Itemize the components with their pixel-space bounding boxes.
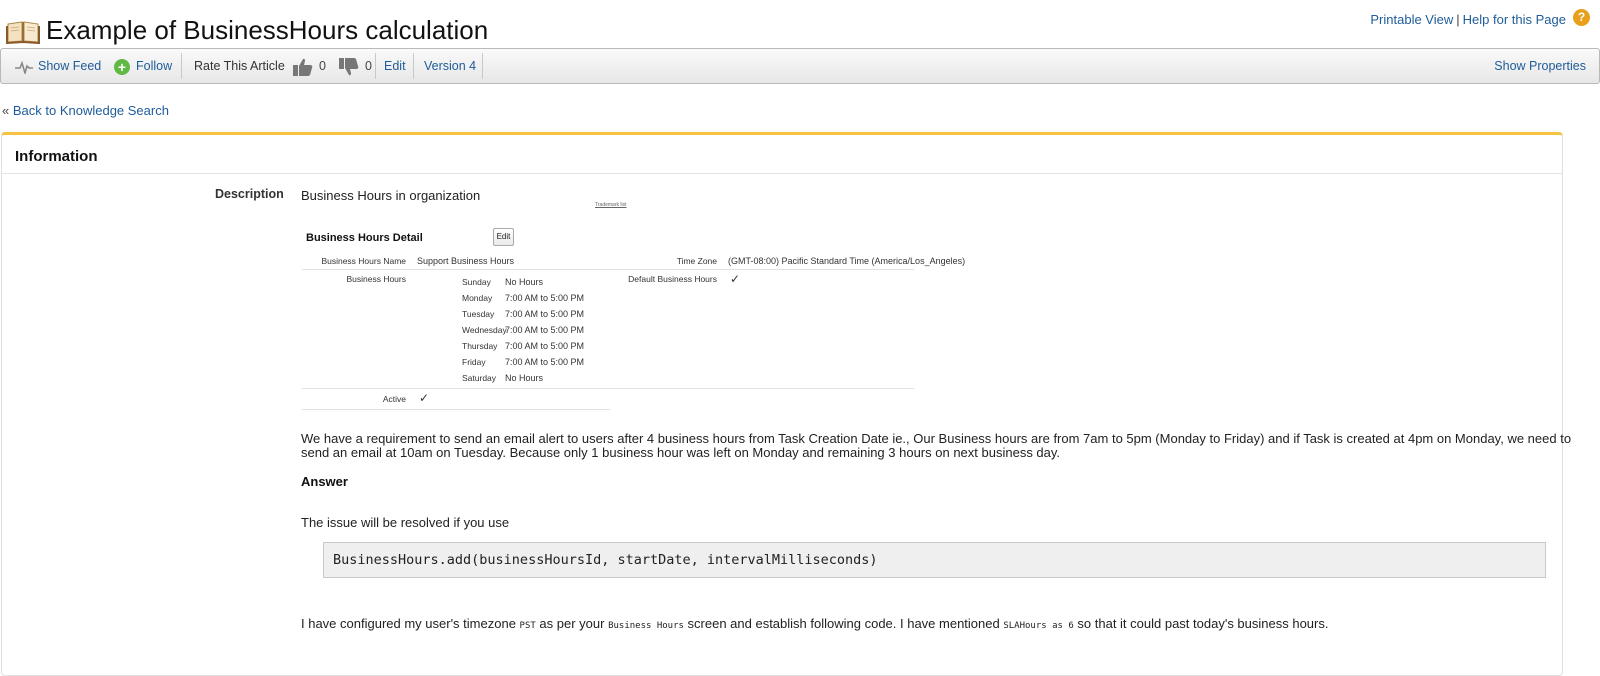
- thumbs-down-icon: [339, 57, 359, 75]
- show-feed-button[interactable]: Show Feed: [15, 49, 101, 83]
- page-header: Example of BusinessHours calculation Pri…: [0, 0, 1600, 48]
- day-hours: No Hours: [505, 277, 544, 287]
- information-title: Information: [15, 148, 98, 165]
- embedded-row-divider: [302, 409, 610, 410]
- embedded-row-divider: [302, 269, 914, 270]
- thumbs-up-count: 0: [319, 59, 326, 73]
- help-icon[interactable]: ?: [1573, 9, 1590, 26]
- day-hours: 7:00 AM to 5:00 PM: [505, 293, 585, 303]
- back-arrow: «: [2, 103, 10, 118]
- day-label: Monday: [462, 293, 493, 303]
- config-paragraph: I have configured my user's timezone PST…: [301, 616, 1328, 631]
- page-title: Example of BusinessHours calculation: [46, 15, 489, 45]
- embedded-timezone-value: (GMT-08:00) Pacific Standard Time (Ameri…: [728, 256, 966, 266]
- follow-label: Follow: [136, 59, 173, 73]
- embedded-active-check: ✓: [419, 391, 430, 405]
- day-hours: 7:00 AM to 5:00 PM: [505, 341, 585, 351]
- rate-article-label: Rate This Article: [194, 59, 285, 73]
- follow-plus-icon: +: [114, 58, 130, 75]
- embedded-active-label: Active: [382, 394, 406, 404]
- embedded-hours-label: Business Hours: [346, 274, 406, 284]
- day-label: Tuesday: [462, 309, 495, 319]
- back-to-knowledge-search-link[interactable]: « Back to Knowledge Search: [2, 103, 169, 118]
- config-text: as per your: [535, 616, 609, 631]
- knowledge-book-icon: [6, 21, 40, 44]
- day-hours: 7:00 AM to 5:00 PM: [505, 325, 585, 335]
- embedded-timezone-label: Time Zone: [676, 256, 717, 266]
- inline-code-business-hours: Business Hours: [608, 621, 684, 631]
- business-hours-detail-image: Trademark list Business Hours Detail Edi…: [300, 200, 965, 412]
- top-links: Printable View | Help for this Page: [1370, 12, 1566, 27]
- inline-code-pst: PST: [519, 621, 536, 631]
- thumbs-down-button[interactable]: 0: [339, 49, 372, 83]
- embedded-edit-button: Edit: [493, 228, 514, 246]
- thumbs-up-icon: [293, 58, 313, 76]
- edit-link[interactable]: Edit: [384, 49, 406, 83]
- code-block: BusinessHours.add(businessHoursId, start…: [323, 542, 1546, 578]
- config-text: I have configured my user's timezone: [301, 616, 520, 631]
- day-hours: 7:00 AM to 5:00 PM: [505, 357, 585, 367]
- embedded-name-value: Support Business Hours: [417, 256, 515, 266]
- requirement-text-line-2: send an email at 10am on Tuesday. Becaus…: [301, 445, 1061, 460]
- day-hours: No Hours: [505, 373, 544, 383]
- day-label: Friday: [462, 357, 486, 367]
- toolbar-divider: [375, 53, 376, 79]
- embedded-row-divider: [302, 388, 914, 389]
- description-label: Description: [215, 187, 284, 201]
- article-toolbar: Show Feed + Follow Rate This Article 0 0 …: [0, 48, 1600, 84]
- answer-intro: The issue will be resolved if you use: [301, 515, 510, 530]
- follow-button[interactable]: + Follow: [114, 49, 172, 83]
- config-text: so that it could past today's business h…: [1073, 616, 1329, 631]
- link-separator: |: [1456, 12, 1460, 27]
- show-feed-label: Show Feed: [38, 59, 102, 73]
- embedded-name-label: Business Hours Name: [321, 256, 406, 266]
- day-hours: 7:00 AM to 5:00 PM: [505, 309, 585, 319]
- printable-view-link[interactable]: Printable View: [1370, 12, 1453, 27]
- toolbar-divider: [413, 53, 414, 79]
- config-text: screen and establish following code. I h…: [683, 616, 1004, 631]
- thumbs-down-count: 0: [365, 59, 372, 73]
- show-properties-link[interactable]: Show Properties: [1494, 49, 1586, 83]
- day-label: Wednesday: [462, 325, 507, 335]
- toolbar-divider: [181, 53, 182, 79]
- feed-icon: [15, 60, 33, 76]
- code-snippet: BusinessHours.add(businessHoursId, start…: [333, 552, 878, 568]
- information-header: Information: [2, 135, 1562, 174]
- answer-heading: Answer: [301, 474, 348, 489]
- embedded-default-label: Default Business Hours: [628, 274, 717, 284]
- thumbs-up-button[interactable]: 0: [293, 49, 326, 83]
- version-link[interactable]: Version 4: [424, 49, 476, 83]
- help-for-page-link[interactable]: Help for this Page: [1463, 12, 1566, 27]
- inline-code-sla-hours: SLAHours as 6: [1003, 621, 1074, 631]
- embedded-default-check: ✓: [730, 272, 741, 286]
- embedded-title: Business Hours Detail: [306, 232, 423, 244]
- toolbar-divider: [482, 53, 483, 79]
- back-link-label: Back to Knowledge Search: [12, 103, 169, 118]
- day-label: Sunday: [462, 277, 491, 287]
- requirement-text-line-1: We have a requirement to send an email a…: [301, 431, 1572, 446]
- day-label: Saturday: [462, 373, 497, 383]
- day-label: Thursday: [462, 341, 498, 351]
- embedded-tiny-link: Trademark list: [595, 202, 627, 208]
